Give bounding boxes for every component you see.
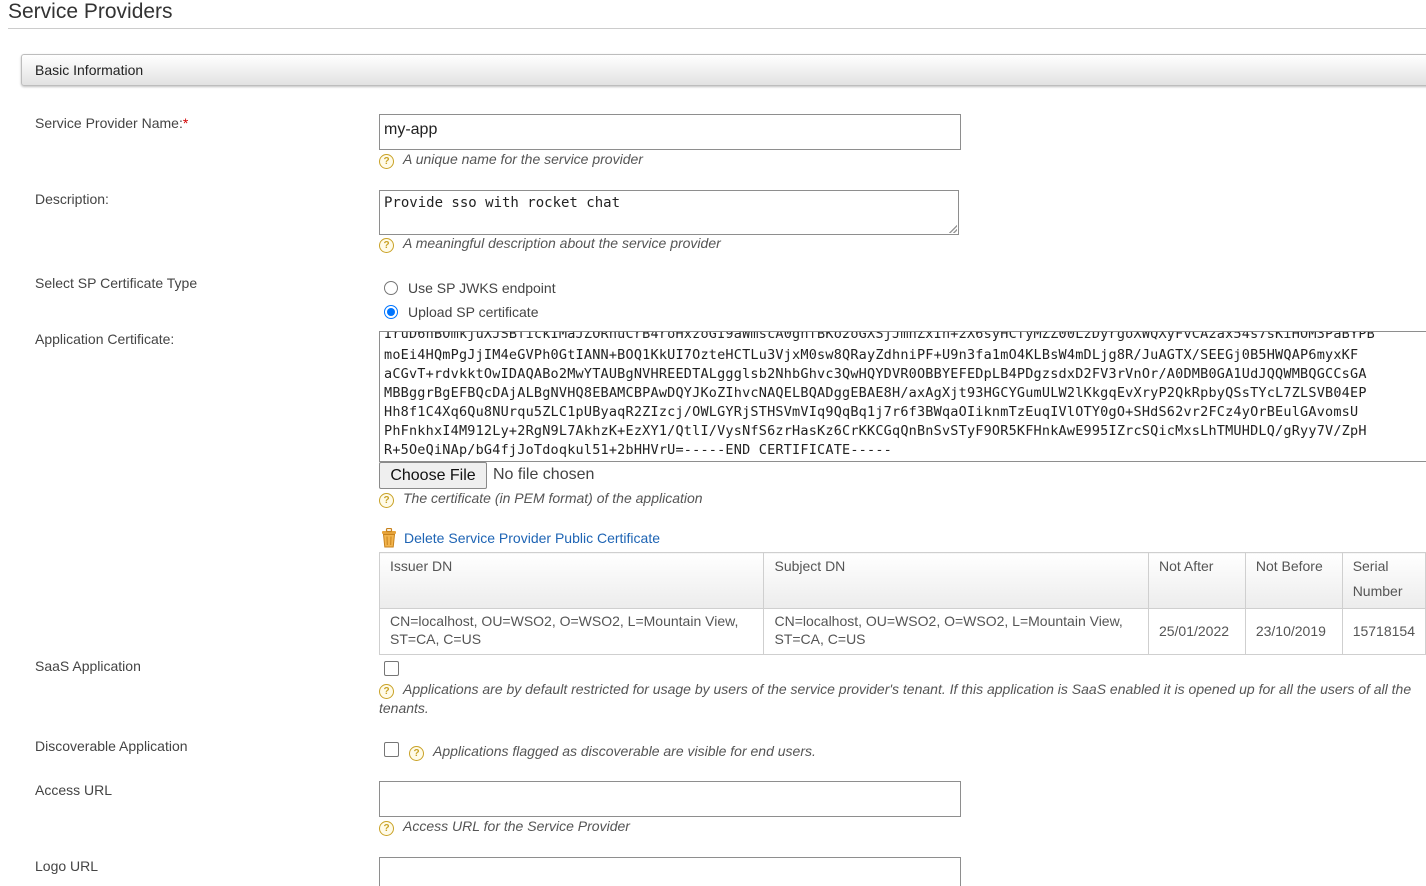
delete-link-label: Delete Service Provider Public Certifica… bbox=[404, 530, 660, 546]
section-title: Basic Information bbox=[35, 62, 144, 78]
cell-not-after: 25/01/2022 bbox=[1147, 608, 1246, 655]
required-mark: * bbox=[182, 115, 189, 131]
radio-upload-certificate[interactable]: Upload SP certificate bbox=[384, 304, 538, 320]
sp-name-help: ? A unique name for the service provider bbox=[379, 151, 643, 169]
table-header-row: Issuer DN Subject DN Not After Not Befor… bbox=[378, 552, 1426, 609]
certificate-textarea[interactable]: IruD6nBOmkjuXJSBfickIMaJZORhuCrB4roHxzoG… bbox=[379, 331, 1426, 462]
question-circle-icon: ? bbox=[379, 154, 394, 169]
cell-subject-dn: CN=localhost, OU=WSO2, O=WSO2, L=Mountai… bbox=[763, 608, 1149, 655]
cert-line: R+5OeQiNAp/bG4fjJoTdoqkul51+2bHHVrU=----… bbox=[384, 442, 892, 458]
logo-url-label: Logo URL bbox=[35, 858, 99, 874]
question-circle-icon: ? bbox=[379, 493, 394, 508]
col-not-before: Not Before bbox=[1244, 552, 1343, 609]
col-subject-dn: Subject DN bbox=[763, 552, 1149, 609]
cert-line: Hh8f1C4Xq6Qu8NUrqu5ZLC1pUByaqR2ZIzcj/OWL… bbox=[384, 404, 1359, 420]
page-title: Service Providers bbox=[8, 0, 173, 23]
radio-label: Upload SP certificate bbox=[408, 304, 539, 320]
question-circle-icon: ? bbox=[409, 746, 424, 761]
radio-button-checked[interactable] bbox=[384, 305, 398, 319]
app-cert-label: Application Certificate: bbox=[35, 331, 175, 347]
app-cert-help: ? The certificate (in PEM format) of the … bbox=[379, 490, 703, 508]
description-textarea[interactable]: Provide sso with rocket chat bbox=[379, 190, 959, 235]
cell-issuer-dn: CN=localhost, OU=WSO2, O=WSO2, L=Mountai… bbox=[378, 608, 765, 655]
discoverable-label: Discoverable Application bbox=[35, 738, 188, 754]
resize-grip-icon[interactable] bbox=[949, 225, 957, 233]
description-help: ? A meaningful description about the serv… bbox=[379, 235, 721, 253]
cert-line: PhFnkhxI4M912Ly+2RgN9L7AkhzK+EzXY1/QtlI/… bbox=[384, 423, 1367, 439]
description-value: Provide sso with rocket chat bbox=[384, 195, 621, 211]
cell-not-before: 23/10/2019 bbox=[1244, 608, 1343, 655]
access-url-label: Access URL bbox=[35, 782, 113, 798]
col-issuer-dn: Issuer DN bbox=[378, 552, 765, 609]
description-label: Description: bbox=[35, 191, 109, 207]
radio-jwks-endpoint[interactable]: Use SP JWKS endpoint bbox=[384, 280, 556, 296]
col-not-after: Not After bbox=[1147, 552, 1246, 609]
cert-line: IruD6nBOmkjuXJSBfickIMaJZORhuCrB4roHxzoG… bbox=[384, 331, 1375, 342]
certificate-table: Issuer DN Subject DN Not After Not Befor… bbox=[378, 552, 1426, 655]
discoverable-checkbox[interactable] bbox=[384, 742, 399, 757]
logo-url-input[interactable] bbox=[379, 857, 961, 886]
saas-help: ? Applications are by default restricted … bbox=[379, 681, 1412, 716]
sp-name-label: Service Provider Name:* bbox=[35, 115, 189, 131]
cert-line: MBBggrBgEFBQcDAjALBgNVHQ8EBAMCBPAwDQYJKo… bbox=[384, 385, 1367, 401]
delete-certificate-link[interactable]: Delete Service Provider Public Certifica… bbox=[381, 528, 660, 548]
cert-line: moEi4HQmPgJjIM4eGVPh0GtIANN+BOQ1KkUI7Ozt… bbox=[384, 347, 1359, 363]
cell-serial-number: 15718154 bbox=[1341, 608, 1426, 655]
question-circle-icon: ? bbox=[379, 238, 394, 253]
radio-label: Use SP JWKS endpoint bbox=[408, 280, 556, 296]
question-circle-icon: ? bbox=[379, 821, 394, 836]
saas-checkbox[interactable] bbox=[384, 661, 399, 676]
title-divider bbox=[8, 28, 1426, 29]
question-circle-icon: ? bbox=[379, 684, 394, 699]
choose-file-button[interactable]: Choose File bbox=[379, 462, 487, 489]
saas-label: SaaS Application bbox=[35, 658, 141, 674]
basic-information-header[interactable]: Basic Information bbox=[21, 54, 1426, 86]
table-row: CN=localhost, OU=WSO2, O=WSO2, L=Mountai… bbox=[378, 608, 1426, 655]
sp-name-input[interactable]: my-app bbox=[379, 114, 961, 150]
no-file-chosen-text: No file chosen bbox=[493, 466, 595, 483]
trash-icon bbox=[382, 528, 396, 548]
cert-line: aCGvT+rdvkktOwIDAQABo2MwYTAUBgNVHREEDTAL… bbox=[384, 366, 1367, 382]
radio-button[interactable] bbox=[384, 281, 398, 295]
discoverable-help: ? Applications flagged as discoverable ar… bbox=[409, 743, 816, 761]
col-serial-number: Serial Number bbox=[1341, 552, 1426, 609]
access-url-help: ? Access URL for the Service Provider bbox=[379, 818, 630, 836]
access-url-input[interactable] bbox=[379, 781, 961, 817]
cert-type-label: Select SP Certificate Type bbox=[35, 275, 198, 291]
